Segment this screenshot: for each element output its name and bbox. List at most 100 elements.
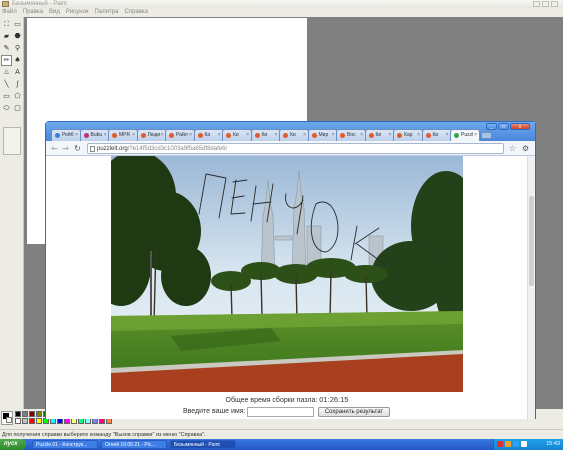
rectangle-icon[interactable]: ▭ — [2, 92, 11, 101]
magnifier-icon[interactable]: ⚲ — [13, 44, 22, 53]
browser-tab[interactable]: Кар × — [393, 129, 423, 141]
browser-tab[interactable]: Райл × — [165, 129, 195, 141]
tab-favicon-icon — [140, 133, 146, 138]
close-button[interactable] — [551, 1, 558, 7]
new-tab-button[interactable] — [480, 132, 492, 139]
palette-swatch[interactable] — [15, 411, 21, 417]
airbrush-icon[interactable]: ♨ — [2, 68, 11, 77]
menu-edit[interactable]: Правка — [23, 8, 43, 17]
forward-icon[interactable]: → — [61, 144, 70, 153]
browser-tab[interactable]: Ки × — [279, 129, 309, 141]
tab-label: Ки — [261, 132, 268, 138]
browser-tab[interactable]: MPR × — [108, 129, 138, 141]
tab-label: Ки — [290, 132, 296, 138]
palette-swatch[interactable] — [15, 418, 21, 424]
browser-tab[interactable]: Мир × — [307, 129, 338, 141]
tab-close-icon[interactable]: × — [218, 130, 221, 141]
paint-window-title: Безымянный - Paint — [12, 1, 67, 7]
browser-tab[interactable]: Ки × — [421, 129, 452, 141]
browser-tab[interactable]: Вubu × — [79, 129, 110, 141]
tab-close-icon[interactable]: × — [275, 130, 278, 141]
back-icon[interactable]: ← — [50, 144, 59, 153]
ellipse-icon[interactable]: ⬭ — [2, 104, 11, 113]
browser-close-button[interactable]: x — [510, 123, 530, 130]
bookmark-star-icon[interactable]: ☆ — [508, 144, 517, 153]
tab-label: Puzzl — [461, 132, 474, 138]
palette-swatch[interactable] — [22, 411, 28, 417]
tab-close-icon[interactable]: × — [189, 130, 192, 141]
tab-close-icon[interactable]: × — [161, 130, 164, 141]
tray-network-icon[interactable] — [513, 441, 519, 447]
tab-label: Люди — [147, 132, 161, 138]
wrench-icon[interactable]: ⚙ — [521, 144, 530, 153]
menu-colors[interactable]: Палитра — [95, 8, 119, 17]
text-icon[interactable]: A — [13, 68, 22, 77]
tab-label: Рейб — [62, 132, 74, 138]
tray-antivirus-icon[interactable] — [497, 441, 503, 447]
tab-close-icon[interactable]: × — [360, 130, 363, 141]
browser-tab[interactable]: Ки × — [222, 129, 252, 141]
color-picker-icon[interactable]: ✎ — [2, 44, 11, 53]
tray-update-icon[interactable] — [505, 441, 511, 447]
address-bar[interactable]: puzzlelt.org/?e14f5d3cd3c1003a9f5a65df8d… — [87, 143, 504, 154]
brush-icon[interactable]: ♠ — [13, 56, 22, 65]
tab-close-icon[interactable]: × — [474, 130, 477, 141]
tab-close-icon[interactable]: × — [389, 130, 392, 141]
maximize-button[interactable] — [542, 1, 549, 7]
page-scrollbar[interactable] — [527, 156, 535, 419]
tab-favicon-icon — [226, 133, 231, 138]
reload-icon[interactable]: ↻ — [73, 144, 82, 153]
tab-favicon-icon — [112, 133, 117, 138]
tab-close-icon[interactable]: × — [417, 130, 420, 141]
tab-close-icon[interactable]: × — [303, 130, 306, 141]
tray-volume-icon[interactable] — [521, 441, 527, 447]
taskbar-item-viewer[interactable]: Огней 16:05:21 - Pic... — [101, 440, 167, 449]
tab-close-icon[interactable]: × — [446, 130, 449, 141]
palette-swatch[interactable] — [36, 411, 42, 417]
menu-help[interactable]: Справка — [124, 8, 148, 17]
fill-icon[interactable]: ⬣ — [13, 32, 22, 41]
browser-tab[interactable]: Puzzl × — [450, 129, 480, 141]
browser-tab[interactable]: Рейб × — [51, 129, 81, 141]
tab-close-icon[interactable]: × — [75, 130, 78, 141]
taskbar-item-paint[interactable]: Безымянный - Paint — [170, 440, 236, 449]
palette-swatch[interactable] — [22, 418, 28, 424]
menu-file[interactable]: Файл — [2, 8, 17, 17]
rounded-rect-icon[interactable]: ▢ — [13, 104, 22, 113]
tool-options-box[interactable] — [3, 127, 21, 155]
start-button[interactable]: пуск — [0, 439, 26, 450]
name-input[interactable] — [247, 407, 314, 417]
menu-view[interactable]: Вид — [49, 8, 60, 17]
palette-swatch[interactable] — [36, 418, 42, 424]
clock[interactable]: 15:43 — [546, 439, 560, 450]
tab-close-icon[interactable]: × — [104, 130, 107, 141]
minimize-button[interactable] — [533, 1, 540, 7]
curve-icon[interactable]: ∫ — [13, 80, 22, 89]
browser-minimize-button[interactable]: _ — [486, 123, 497, 130]
palette-swatch[interactable] — [29, 411, 35, 417]
tab-label: Вubu — [90, 132, 103, 138]
scrollbar-thumb[interactable] — [529, 196, 534, 286]
browser-tab[interactable]: Ки × — [364, 129, 395, 141]
tab-close-icon[interactable]: × — [246, 130, 249, 141]
browser-tab[interactable]: Ки × — [250, 129, 281, 141]
eraser-icon[interactable]: ▰ — [2, 32, 11, 41]
tab-favicon-icon — [340, 133, 345, 138]
palette-swatch[interactable] — [29, 418, 35, 424]
tab-close-icon[interactable]: × — [332, 130, 335, 141]
menu-image[interactable]: Рисунок — [66, 8, 89, 17]
line-icon[interactable]: ╲ — [2, 80, 11, 89]
tab-close-icon[interactable]: × — [132, 130, 135, 141]
free-select-icon[interactable]: ⛶ — [2, 20, 11, 29]
polygon-icon[interactable]: ⬠ — [13, 92, 22, 101]
save-result-button[interactable]: Сохранить результат — [318, 407, 390, 417]
browser-maximize-button[interactable]: □ — [498, 123, 509, 130]
browser-tab[interactable]: Ка × — [193, 129, 224, 141]
browser-tab[interactable]: Люди × — [136, 129, 167, 141]
pencil-icon[interactable]: ✏ — [1, 55, 12, 66]
name-label: Введите ваше имя: — [183, 408, 246, 415]
browser-tab[interactable]: Вос × — [336, 129, 366, 141]
tab-favicon-icon — [311, 133, 317, 138]
rect-select-icon[interactable]: ▭ — [13, 20, 22, 29]
taskbar-item-puzzle[interactable]: Puzzle.01 - Конструк... — [32, 440, 98, 449]
